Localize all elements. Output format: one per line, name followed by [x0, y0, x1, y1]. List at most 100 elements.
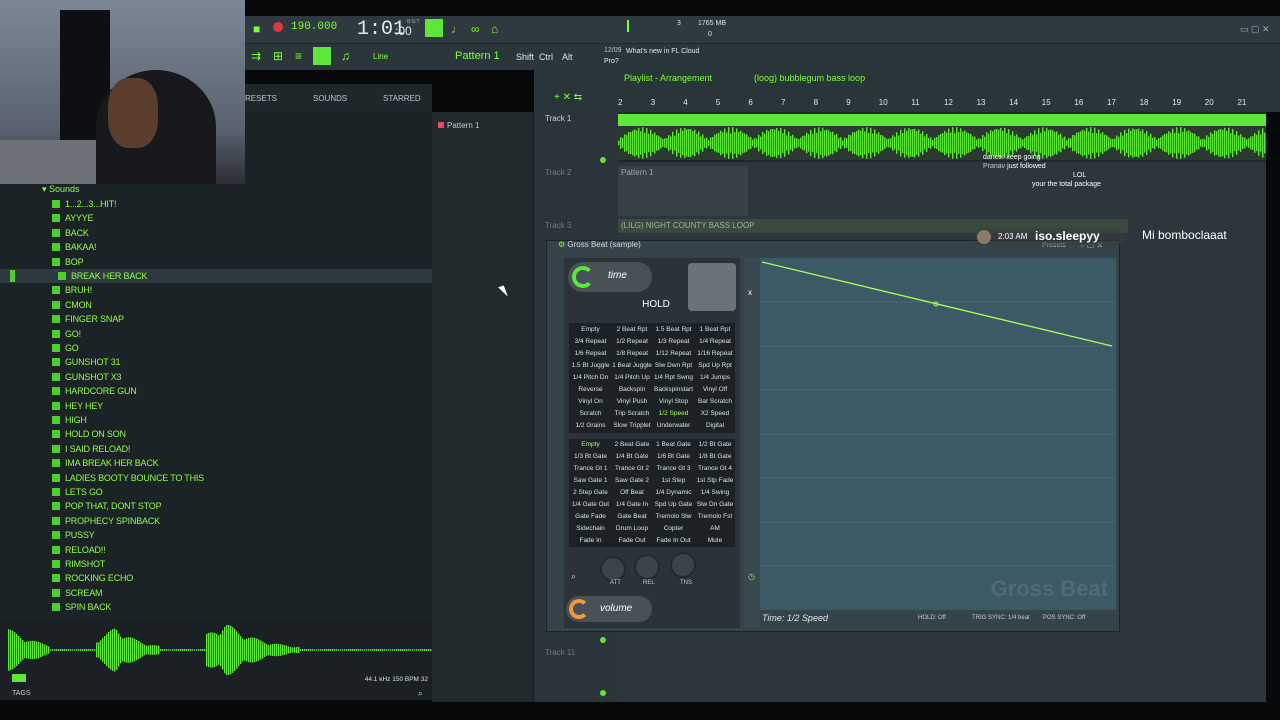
rel-knob[interactable]: [634, 554, 660, 580]
preset-item[interactable]: 1/16 Repeat: [695, 350, 736, 357]
envelope-graph[interactable]: [760, 258, 1116, 628]
audio-clip-track1[interactable]: [618, 114, 1266, 160]
browser-item[interactable]: ROCKING ECHO: [52, 571, 133, 585]
volume-section[interactable]: volume: [566, 596, 652, 622]
preset-item[interactable]: Vinyl Off: [695, 386, 736, 393]
browser-item[interactable]: RIMSHOT: [52, 557, 105, 571]
countdown-icon[interactable]: ⌂: [491, 22, 498, 36]
preset-item[interactable]: 1/12 Repeat: [653, 350, 694, 357]
preset-item[interactable]: Fade In Out: [653, 537, 694, 544]
preset-item[interactable]: Empty: [570, 326, 611, 333]
tags-label[interactable]: TAGS: [12, 690, 31, 697]
browser-item[interactable]: RELOAD!!: [52, 543, 106, 557]
browser-item[interactable]: PROPHECY SPINBACK: [52, 514, 160, 528]
browser-item[interactable]: HEY HEY: [52, 399, 103, 413]
track-mute-1[interactable]: [600, 157, 606, 163]
pattern-clip[interactable]: Pattern 1: [618, 166, 748, 216]
preset-item[interactable]: 1/4 Repeat: [695, 338, 736, 345]
envelope-editor[interactable]: Gross Beat: [760, 258, 1116, 628]
browser-item[interactable]: GUNSHOT X3: [52, 370, 122, 384]
preset-item[interactable]: Sidechain: [570, 525, 611, 532]
preset-item[interactable]: Trance Gt 2: [612, 465, 653, 472]
preset-item[interactable]: 1.5 Beat Rpt: [653, 326, 694, 333]
gross-beat-logo-pad[interactable]: [688, 263, 736, 311]
preset-item[interactable]: Vinyl On: [570, 398, 611, 405]
preset-item[interactable]: Slw Dwn Rpt: [653, 362, 694, 369]
zoom-envelope-icon[interactable]: ⌕: [571, 571, 576, 582]
preset-item[interactable]: Drum Loop: [612, 525, 653, 532]
preset-item[interactable]: 1/4 Dynamic: [653, 489, 694, 496]
metronome-icon[interactable]: ♩: [451, 22, 463, 36]
browser-item[interactable]: BRUH!: [52, 283, 92, 297]
hold-button[interactable]: HOLD: [632, 296, 680, 314]
preset-item[interactable]: 1/4 Swing: [695, 489, 736, 496]
preset-item[interactable]: Backspin: [612, 386, 653, 393]
preset-item[interactable]: Reverse: [570, 386, 611, 393]
preset-item[interactable]: Bar Scratch: [695, 398, 736, 405]
record-button[interactable]: [273, 22, 283, 32]
preset-item[interactable]: Spd Up Rpt: [695, 362, 736, 369]
preset-item[interactable]: 1/2 Grains: [570, 422, 611, 429]
browser-item[interactable]: POP THAT, DONT STOP: [52, 499, 162, 513]
preset-item[interactable]: 1/2 Bt Gate: [695, 441, 736, 448]
channel-pattern-1[interactable]: Pattern 1: [438, 121, 479, 130]
preset-item[interactable]: Saw Gate 2: [612, 477, 653, 484]
browser-item[interactable]: BAKAA!: [52, 240, 97, 254]
pattern-mode-toggle[interactable]: [425, 19, 443, 37]
browser-item[interactable]: SPIN BACK: [52, 600, 111, 614]
preset-item[interactable]: 1/8 Repeat: [612, 350, 653, 357]
preset-item[interactable]: Fade Out: [612, 537, 653, 544]
preset-item[interactable]: 1 Beat Juggle: [612, 362, 653, 369]
sounds-folder[interactable]: ▾ Sounds: [42, 184, 80, 195]
preset-item[interactable]: Trance Gt 1: [570, 465, 611, 472]
news-text[interactable]: What's new in FL Cloud Pro?: [604, 47, 704, 67]
browser-item[interactable]: PUSSY: [52, 528, 95, 542]
track-mute-11[interactable]: [600, 690, 606, 696]
tab-presets[interactable]: RESETS: [245, 94, 277, 103]
track-label-11[interactable]: Track 11: [545, 648, 575, 657]
preset-item[interactable]: Spd Up Gate: [653, 501, 694, 508]
browser-icon[interactable]: ⇉: [251, 49, 261, 63]
preset-item[interactable]: Off Beat: [612, 489, 653, 496]
preset-item[interactable]: 1/4 Rpt Swng: [653, 374, 694, 381]
playlist-tools[interactable]: + ✕ ⇆: [554, 92, 582, 103]
preset-item[interactable]: 2 Step Gate: [570, 489, 611, 496]
browser-item[interactable]: LADIES BOOTY BOUNCE TO THIS: [52, 471, 204, 485]
hold-setting[interactable]: HOLD: Off: [918, 615, 946, 621]
browser-item[interactable]: 1...2...3...HIT!: [52, 197, 117, 211]
preset-item[interactable]: 1/4 Gate Out: [570, 501, 611, 508]
mixer-icon[interactable]: ⊞: [273, 49, 283, 63]
preset-item[interactable]: Gate Beat: [612, 513, 653, 520]
preset-item[interactable]: 1/6 Bt Gate: [653, 453, 694, 460]
snap-toggle[interactable]: [313, 47, 331, 65]
browser-item[interactable]: HIGH: [52, 413, 87, 427]
browser-item[interactable]: HARDCORE GUN: [52, 384, 137, 398]
browser-item[interactable]: AYYYE: [52, 211, 94, 225]
preset-item[interactable]: AM: [695, 525, 736, 532]
preset-item[interactable]: Slw Dn Gate: [695, 501, 736, 508]
preset-item[interactable]: Gate Fade: [570, 513, 611, 520]
preset-item[interactable]: 1st Step: [653, 477, 694, 484]
time-section[interactable]: time: [568, 262, 652, 292]
tab-starred[interactable]: STARRED: [383, 94, 421, 103]
preset-item[interactable]: Trip Scratch: [612, 410, 653, 417]
preset-item[interactable]: Trance Gt 3: [653, 465, 694, 472]
clock-icon[interactable]: ◷: [748, 572, 755, 581]
track-label-2[interactable]: Track 2: [545, 168, 571, 177]
tempo-display[interactable]: 190.000: [291, 21, 337, 33]
zoom-icon[interactable]: ⌕: [418, 688, 423, 699]
preset-item[interactable]: 1/2 Repeat: [612, 338, 653, 345]
tns-knob[interactable]: [670, 552, 696, 578]
tab-sounds[interactable]: SOUNDS: [313, 94, 347, 103]
track-label-1[interactable]: Track 1: [545, 114, 571, 123]
preset-item[interactable]: 1/4 Pitch Up: [612, 374, 653, 381]
wait-input-icon[interactable]: ∞: [471, 22, 480, 36]
browser-item[interactable]: HOLD ON SON: [52, 427, 126, 441]
preset-item[interactable]: 1/6 Repeat: [570, 350, 611, 357]
preset-item[interactable]: Mute: [695, 537, 736, 544]
trig-sync-setting[interactable]: TRIG SYNC: 1/4 beat: [972, 615, 1030, 621]
preset-item[interactable]: Tremolo Slw: [653, 513, 694, 520]
browser-item[interactable]: SCREAM: [52, 586, 103, 600]
browser-item[interactable]: FINGER SNAP: [52, 312, 124, 326]
browser-item[interactable]: BACK: [52, 226, 89, 240]
